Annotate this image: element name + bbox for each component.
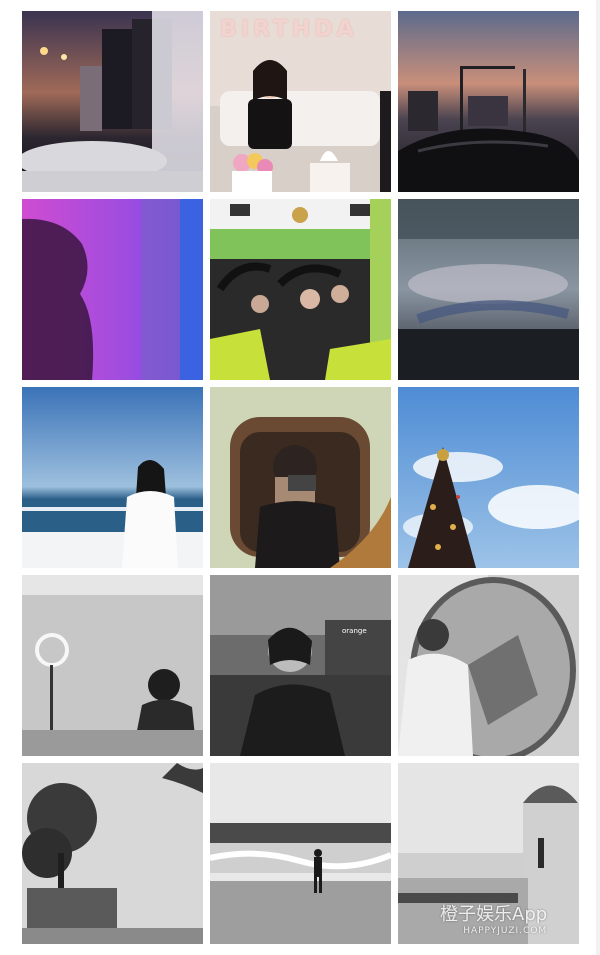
photo-tile[interactable]: BIRTHDA [210,11,391,192]
photo-tile[interactable] [398,387,579,568]
photo-tile[interactable]: orange [210,575,391,756]
roller-coaster-photo [210,199,391,380]
photo-tile[interactable] [398,575,579,756]
photo-tile[interactable] [210,199,391,380]
city-dusk-photo [22,11,203,192]
watermark-main-text: 橙子娱乐App [440,904,548,925]
page-edge-divider [596,0,600,955]
photo-tile[interactable] [22,763,203,944]
photo-tile[interactable] [210,387,391,568]
christmas-tree-photo [398,387,579,568]
street-tree-photo [22,763,203,944]
stage-banner-text: orange [342,627,367,635]
photo-tile[interactable] [398,199,579,380]
birthday-balloon-text: BIRTHDA [220,17,358,42]
sunset-traffic-photo [398,11,579,192]
studio-ring-light-photo [22,575,203,756]
photo-grid: BIRTHDA orange [22,11,579,944]
photo-tile[interactable] [210,763,391,944]
round-mirror-photo [398,575,579,756]
photo-tile[interactable] [22,11,203,192]
mirror-selfie-photo [210,387,391,568]
photo-tile[interactable] [398,11,579,192]
window-reflection-photo [398,199,579,380]
beach-waves-photo [210,763,391,944]
site-watermark: 橙子娱乐App HAPPYJUZI.COM [440,900,547,936]
neon-silhouette-photo [22,199,203,380]
watermark-url-text: HAPPYJUZI.COM [463,926,548,936]
concert-portrait-photo [210,575,391,756]
photo-tile[interactable] [22,199,203,380]
photo-tile[interactable] [22,387,203,568]
photo-tile[interactable] [22,575,203,756]
boat-deck-photo [22,387,203,568]
